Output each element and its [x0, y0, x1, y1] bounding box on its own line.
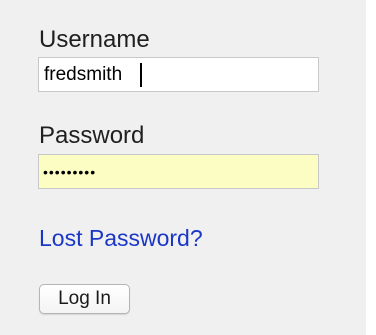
username-label: Username [39, 26, 150, 53]
lost-password-link[interactable]: Lost Password? [39, 224, 203, 252]
log-in-button[interactable]: Log In [39, 284, 130, 314]
text-cursor [140, 63, 142, 87]
login-panel: Username Password Lost Password? Log In [0, 0, 366, 335]
password-field[interactable] [38, 154, 319, 189]
username-field[interactable] [38, 57, 319, 92]
password-label: Password [39, 122, 145, 149]
